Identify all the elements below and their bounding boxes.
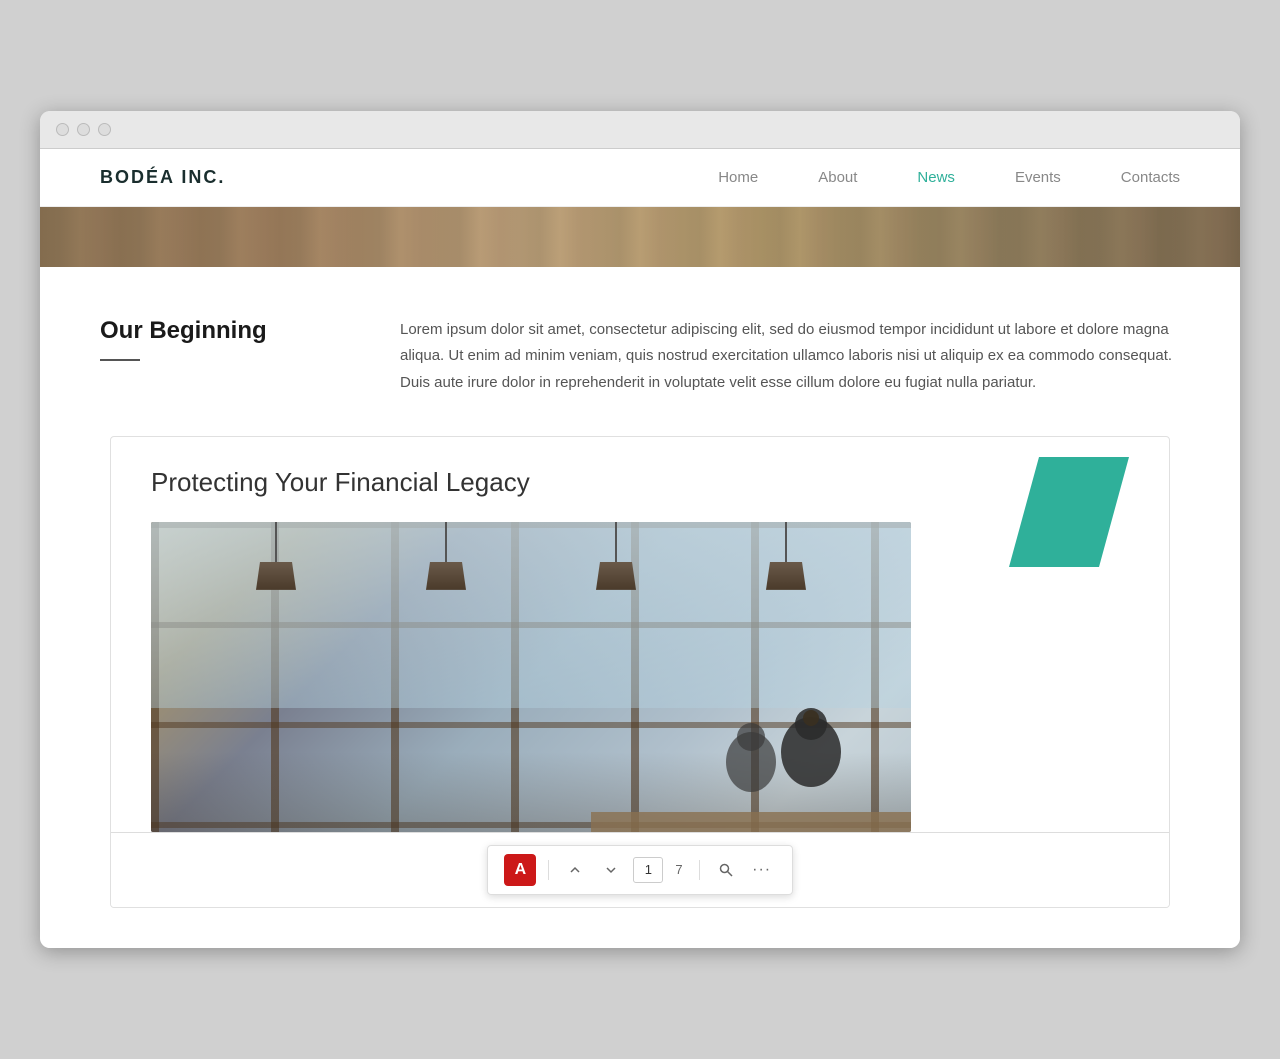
main-content: Our Beginning Lorem ipsum dolor sit amet… xyxy=(40,267,1240,948)
chevron-down-icon xyxy=(605,864,617,876)
site-logo: BODÉA INC. xyxy=(100,167,225,188)
lamp-cord xyxy=(615,522,617,562)
page-total: 7 xyxy=(671,862,686,877)
lamp-2 xyxy=(426,522,466,590)
more-icon: ··· xyxy=(752,861,771,879)
traffic-light-minimize[interactable] xyxy=(77,123,90,136)
lamp-shade xyxy=(426,562,466,590)
traffic-light-maximize[interactable] xyxy=(98,123,111,136)
page-number-input[interactable] xyxy=(633,857,663,883)
content-row: Our Beginning Lorem ipsum dolor sit amet… xyxy=(100,317,1180,396)
lamp-cord xyxy=(445,522,447,562)
nav-item-news[interactable]: News xyxy=(917,169,955,187)
lamp-cord xyxy=(275,522,277,562)
lamp-1 xyxy=(256,522,296,590)
acrobat-icon: A xyxy=(504,854,536,886)
lamp-4 xyxy=(766,522,806,590)
pdf-card: Protecting Your Financial Legacy xyxy=(110,436,1170,908)
pdf-title: Protecting Your Financial Legacy xyxy=(151,467,651,498)
section-underline xyxy=(100,359,140,361)
toolbar-divider-1 xyxy=(548,860,549,880)
traffic-light-close[interactable] xyxy=(56,123,69,136)
lamps-container xyxy=(151,522,911,642)
lamp-cord xyxy=(785,522,787,562)
search-button[interactable] xyxy=(712,856,740,884)
teal-decorative-shape xyxy=(1009,457,1129,567)
nav-link-home[interactable]: Home xyxy=(718,169,758,186)
pdf-card-inner: Protecting Your Financial Legacy xyxy=(111,437,1169,832)
nav-item-about[interactable]: About xyxy=(818,169,857,187)
search-icon xyxy=(719,863,733,877)
lamp-shade xyxy=(256,562,296,590)
chevron-up-icon xyxy=(569,864,581,876)
navbar: BODÉA INC. Home About News Events Contac… xyxy=(40,149,1240,207)
office-photo xyxy=(151,522,911,832)
nav-link-contacts[interactable]: Contacts xyxy=(1121,169,1180,186)
browser-content: BODÉA INC. Home About News Events Contac… xyxy=(40,149,1240,948)
browser-chrome xyxy=(40,111,1240,149)
section-title: Our Beginning xyxy=(100,317,340,345)
nav-links: Home About News Events Contacts xyxy=(718,169,1180,187)
lamp-3 xyxy=(596,522,636,590)
nav-item-home[interactable]: Home xyxy=(718,169,758,187)
nav-link-news[interactable]: News xyxy=(917,169,955,186)
nav-link-events[interactable]: Events xyxy=(1015,169,1061,186)
nav-item-contacts[interactable]: Contacts xyxy=(1121,169,1180,187)
nav-link-about[interactable]: About xyxy=(818,169,857,186)
browser-window: BODÉA INC. Home About News Events Contac… xyxy=(40,111,1240,948)
hero-banner xyxy=(40,207,1240,267)
people-silhouette xyxy=(591,672,911,832)
page-prev-button[interactable] xyxy=(561,856,589,884)
content-left: Our Beginning xyxy=(100,317,340,396)
toolbar-divider-2 xyxy=(699,860,700,880)
content-body: Lorem ipsum dolor sit amet, consectetur … xyxy=(400,317,1180,396)
pdf-toolbar-inner: A 7 xyxy=(487,845,792,895)
nav-item-events[interactable]: Events xyxy=(1015,169,1061,187)
hero-overlay xyxy=(40,207,1240,267)
lamp-shade xyxy=(766,562,806,590)
pdf-toolbar: A 7 xyxy=(111,832,1169,907)
page-next-button[interactable] xyxy=(597,856,625,884)
lamp-shade xyxy=(596,562,636,590)
more-options-button[interactable]: ··· xyxy=(748,856,776,884)
